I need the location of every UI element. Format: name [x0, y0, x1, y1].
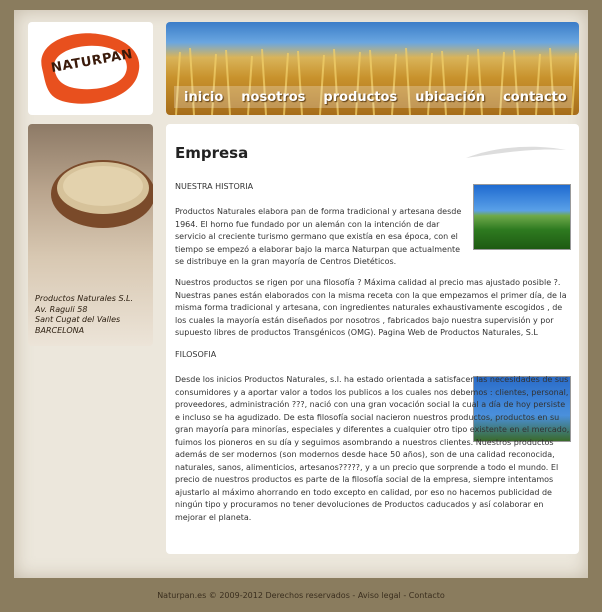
nav-nosotros[interactable]: nosotros [241, 90, 305, 105]
address-company: Productos Naturales S.L. [35, 294, 134, 303]
decorative-swoosh-icon [466, 146, 566, 158]
footer-separator: - [349, 591, 358, 600]
footer-contact-link[interactable]: Contacto [409, 591, 445, 600]
footer: Naturpan.es © 2009-2012 Derechos reserva… [0, 591, 602, 600]
nav-inicio[interactable]: inicio [184, 90, 223, 105]
footer-copyright: Naturpan.es © 2009-2012 Derechos reserva… [157, 591, 350, 600]
historia-paragraph-1: Productos Naturales elabora pan de forma… [175, 207, 462, 266]
address-block: Productos Naturales S.L. Av. Raguli 58 S… [35, 294, 153, 336]
filosofia-paragraph: Desde los inicios Productos Naturales, s… [175, 375, 570, 522]
address-street: Av. Raguli 58 [35, 304, 88, 314]
nav-contacto[interactable]: contacto [503, 90, 567, 105]
footer-legal-link[interactable]: Aviso legal [358, 591, 401, 600]
logo[interactable]: NATURPAN [28, 22, 153, 115]
sidebar-image: Productos Naturales S.L. Av. Raguli 58 S… [28, 124, 153, 346]
address-city: Sant Cugat del Valles [35, 315, 121, 324]
main-nav: inicio nosotros productos ubicación cont… [174, 86, 572, 108]
historia-paragraph-2: Nuestros productos se rigen por una filo… [175, 278, 567, 337]
section-title-historia: NUESTRA HISTORIA [175, 182, 254, 191]
nav-productos[interactable]: productos [323, 90, 397, 105]
main-content: Empresa NUESTRA HISTORIA Productos Natur… [166, 124, 579, 554]
page-title: Empresa [175, 144, 249, 162]
field-photo [473, 184, 571, 250]
footer-separator: - [400, 591, 409, 600]
address-province: BARCELONA [35, 325, 85, 335]
section-title-filosofia: FILOSOFIA [175, 350, 217, 359]
nav-ubicacion[interactable]: ubicación [415, 90, 485, 105]
oat-bowl-icon [51, 160, 153, 228]
